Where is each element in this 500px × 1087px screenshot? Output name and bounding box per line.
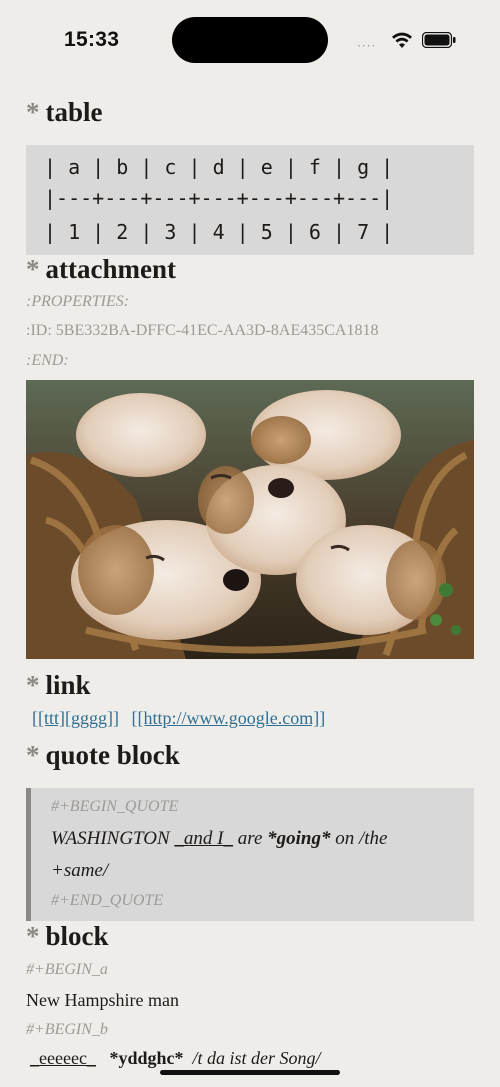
table-separator: |---+---+---+---+---+---+---| — [44, 186, 394, 210]
heading-text: attachment — [45, 254, 176, 284]
block-b-bold: *yddghc* — [109, 1048, 184, 1068]
quote-text: on /the — [330, 828, 388, 849]
heading-star: * — [26, 254, 40, 284]
properties-begin: :PROPERTIES: — [26, 293, 130, 310]
attachment-image-puppies[interactable] — [26, 380, 474, 659]
quote-underline: _and I_ — [174, 828, 233, 849]
quote-block[interactable]: #+BEGIN_QUOTE WASHINGTON _and I_ are *go… — [26, 788, 474, 921]
cellular-signal-icon: ···· — [357, 39, 377, 53]
status-bar: 15:33 ···· — [0, 0, 500, 80]
link-google[interactable]: [[http://www.google.com]] — [131, 708, 325, 728]
property-id: :ID: 5BE332BA-DFFC-41EC-AA3D-8AE435CA181… — [26, 322, 379, 339]
link-row: [[ttt][gggg]] [[http://www.google.com]] — [32, 708, 333, 729]
link-ttt[interactable]: [[ttt][gggg]] — [32, 708, 119, 728]
table-row: | a | b | c | d | e | f | g | — [44, 155, 394, 179]
quote-end: #+END_QUOTE — [51, 892, 164, 909]
heading-star: * — [26, 921, 40, 951]
properties-end: :END: — [26, 352, 69, 369]
heading-block[interactable]: * block — [26, 921, 109, 952]
table-row: | 1 | 2 | 3 | 4 | 5 | 6 | 7 | — [44, 220, 394, 244]
heading-star: * — [26, 740, 40, 770]
block-b-text: _eeeeec_ *yddghc* /t da ist der Song/ — [30, 1048, 320, 1069]
block-b-underline: _eeeeec_ — [30, 1048, 96, 1068]
heading-star: * — [26, 97, 40, 127]
quote-bold: *going* — [267, 828, 331, 849]
heading-attachment[interactable]: * attachment — [26, 254, 176, 285]
quote-text-line: WASHINGTON _and I_ are *going* on /the — [51, 828, 387, 850]
quote-text-line-2: +same/ — [51, 860, 109, 881]
heading-text: block — [45, 921, 109, 951]
heading-link[interactable]: * link — [26, 670, 91, 701]
heading-star: * — [26, 670, 40, 700]
block-begin-a: #+BEGIN_a — [26, 961, 108, 978]
heading-table[interactable]: * table — [26, 97, 103, 128]
block-begin-b: #+BEGIN_b — [26, 1021, 108, 1038]
battery-icon — [422, 32, 456, 48]
home-indicator[interactable] — [160, 1070, 340, 1075]
quote-begin: #+BEGIN_QUOTE — [51, 798, 179, 815]
heading-text: link — [45, 670, 91, 700]
block-b-italic: /t da ist der Song/ — [192, 1048, 321, 1068]
wifi-icon — [392, 32, 412, 48]
heading-text: quote block — [45, 740, 180, 770]
heading-text: table — [45, 97, 103, 127]
quote-text: WASHINGTON — [51, 828, 175, 849]
quote-text: are — [233, 828, 268, 849]
clock: 15:33 — [64, 28, 120, 51]
block-a-text: New Hampshire man — [26, 990, 179, 1010]
dynamic-island — [172, 17, 328, 63]
table-block[interactable]: | a | b | c | d | e | f | g | |---+---+-… — [26, 145, 474, 255]
heading-quote-block[interactable]: * quote block — [26, 740, 180, 771]
